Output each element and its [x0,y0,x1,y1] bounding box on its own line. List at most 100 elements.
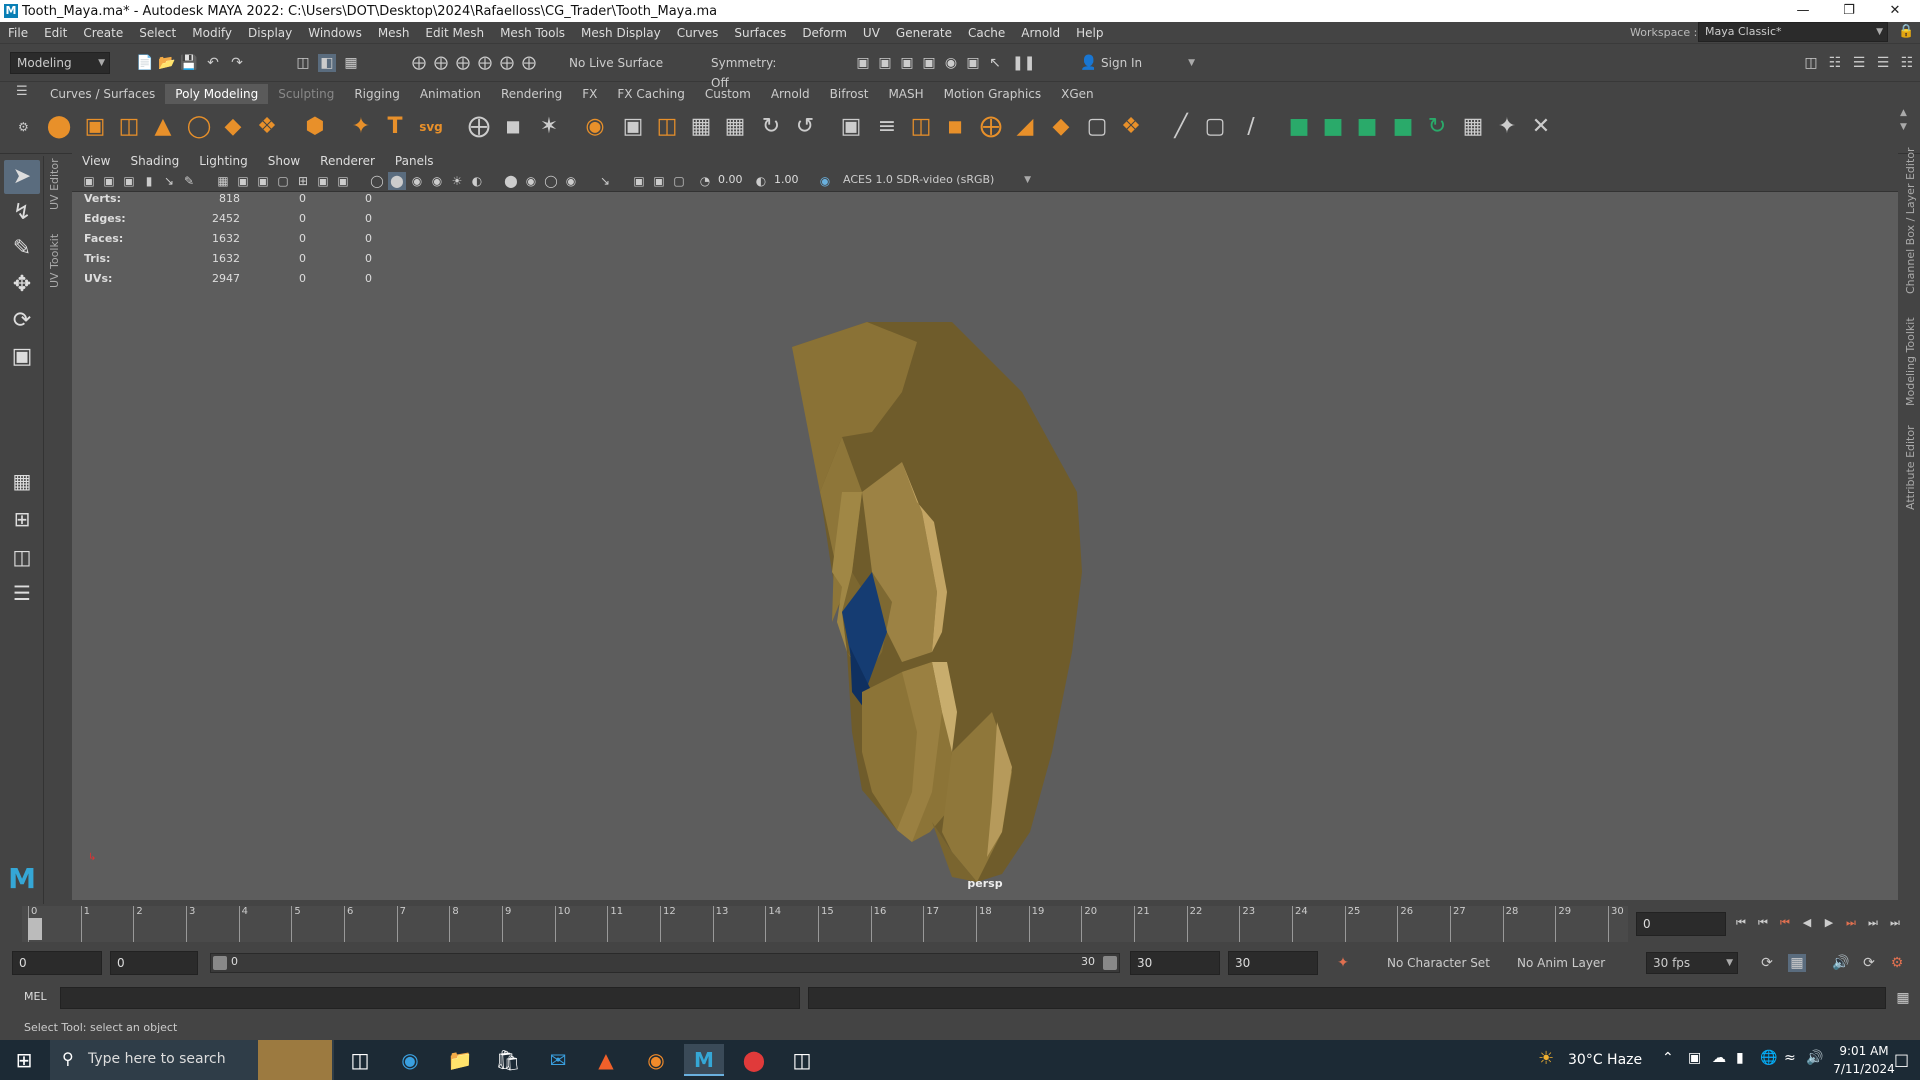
retopologize-icon[interactable]: ▦ [720,112,750,142]
range-start-handle[interactable] [213,956,227,970]
tab-animation[interactable]: Animation [410,84,491,104]
grid-toggle-icon[interactable]: ▦ [214,172,232,190]
viewport-menu-show[interactable]: Show [258,152,310,170]
cache-playback-icon[interactable]: ▦ [1788,954,1806,972]
current-time-marker[interactable] [28,918,42,940]
wifi-icon[interactable]: ≈ [1784,1050,1796,1066]
time-ruler[interactable]: 0 1 2 3 4 5 6 7 8 9 10 11 12 13 14 15 16 17 18 19 20 21 22 23 24… [22,906,1628,942]
undo-icon[interactable]: ↶ [204,54,222,72]
move-tool-icon[interactable]: ✥ [4,268,40,302]
extrude-icon[interactable]: ▣ [836,112,866,142]
workspace-dropdown[interactable]: Maya Classic* ▼ [1698,22,1888,42]
offset-edge-loop-icon[interactable]: ∕ [1236,112,1266,142]
ipr-render-icon[interactable]: ▣ [876,54,894,72]
tool-settings-toggle-icon[interactable]: ☰ [1850,54,1868,72]
film-gate-icon[interactable]: ▣ [234,172,252,190]
render-settings-icon[interactable]: ▣ [898,54,916,72]
menu-create[interactable]: Create [75,22,131,44]
open-scene-icon[interactable]: 📂 [158,54,176,72]
modeling-toolkit-side-tab[interactable]: Modeling Toolkit [1904,317,1917,406]
menu-windows[interactable]: Windows [300,22,370,44]
scale-tool-icon[interactable]: ▣ [4,340,40,374]
playback-start-field[interactable]: 0 [110,951,198,975]
wedge-icon[interactable]: ◢ [1010,112,1040,142]
outliner-icon[interactable]: ☰ [4,576,40,610]
app-red-icon[interactable]: ⬤ [734,1044,774,1076]
menu-mesh[interactable]: Mesh [370,22,418,44]
poly-sphere-icon[interactable]: ⬤ [44,112,74,142]
exposure-icon[interactable]: ◔ [696,172,714,190]
battery-icon[interactable]: ▮ [1736,1050,1744,1066]
tab-rendering[interactable]: Rendering [491,84,572,104]
script-editor-icon[interactable]: ▦ [1894,989,1912,1007]
super-shape-icon[interactable]: ✦ [346,112,376,142]
menu-select[interactable]: Select [131,22,184,44]
single-perspective-layout-icon[interactable]: ▦ [4,464,40,498]
smooth-shade-icon[interactable]: ⬤ [388,172,406,190]
cut-uv-icon[interactable]: ✕ [1526,112,1556,142]
extract-icon[interactable]: ◉ [580,112,610,142]
cylindrical-uv-icon[interactable]: ■ [1318,112,1348,142]
menu-generate[interactable]: Generate [888,22,960,44]
new-scene-icon[interactable]: 📄 [136,54,154,72]
command-input[interactable] [60,987,800,1009]
uv-editor-side-tab[interactable]: UV Editor [48,158,61,210]
four-view-layout-icon[interactable]: ⊞ [4,502,40,536]
rotate-tool-icon[interactable]: ⟳ [4,304,40,338]
snap-point-icon[interactable]: ⨁ [454,54,472,72]
windows-start-icon[interactable]: ⊞ [4,1044,44,1076]
wireframe-icon[interactable]: ◯ [368,172,386,190]
playback-end-field[interactable]: 30 [1130,951,1220,975]
save-scene-icon[interactable]: 💾 [180,54,198,72]
camera-based-uv-icon[interactable]: ↻ [1422,112,1452,142]
attribute-editor-toggle-icon[interactable]: ☷ [1826,54,1844,72]
arnold-render-icon[interactable]: ▣ [964,54,982,72]
menu-surfaces[interactable]: Surfaces [726,22,794,44]
multi-cut-icon[interactable]: ╱ [1166,112,1196,142]
select-hierarchy-icon[interactable]: ◫ [294,54,312,72]
anti-aliasing-icon[interactable]: ◯ [542,172,560,190]
menu-display[interactable]: Display [240,22,300,44]
step-back-key-icon[interactable]: ⏮ [1776,914,1794,932]
render-view-icon[interactable]: ◉ [942,54,960,72]
select-camera-icon[interactable]: ▣ [80,172,98,190]
tab-xgen[interactable]: XGen [1051,84,1104,104]
color-management-icon[interactable]: ◉ [816,172,834,190]
reduce-icon[interactable]: ↻ [756,112,786,142]
perspective-viewport[interactable]: Verts: 818 0 0 Edges: 2452 0 0 Faces: 1632 0 0 Tr… [72,192,1898,900]
menu-cache[interactable]: Cache [960,22,1013,44]
animation-end-field[interactable]: 30 [1228,951,1318,975]
menu-arnold[interactable]: Arnold [1013,22,1068,44]
shelf-scroll-up-icon[interactable]: ▲ [1900,108,1907,118]
wireframe-on-shaded-icon[interactable]: ◉ [408,172,426,190]
layer-editor-toggle-icon[interactable]: ☷ [1898,54,1916,72]
anim-layer-dropdown[interactable]: No Anim Layer [1510,952,1630,974]
select-object-icon[interactable]: ◧ [318,54,336,72]
safe-action-icon[interactable]: ▣ [314,172,332,190]
textured-icon[interactable]: ◉ [428,172,446,190]
tab-curves-surfaces[interactable]: Curves / Surfaces [40,84,165,104]
tooth-mesh[interactable] [72,192,1898,900]
menu-edit[interactable]: Edit [36,22,75,44]
redo-icon[interactable]: ↷ [228,54,246,72]
exposure-value[interactable]: 0.00 [718,173,743,186]
clock-date[interactable]: 7/11/2024 [1832,1062,1896,1076]
bridge-icon[interactable]: ≡ [872,112,902,142]
weather-text[interactable]: 30°C Haze [1568,1052,1642,1068]
blender-icon[interactable]: ◉ [636,1044,676,1076]
isolate-select-icon[interactable]: ↘ [596,172,614,190]
step-forward-key-icon[interactable]: ⏭ [1842,914,1860,932]
poly-disc-icon[interactable]: ❖ [252,112,282,142]
mail-icon[interactable]: ✉ [538,1044,578,1076]
gamma-value[interactable]: 1.00 [774,173,799,186]
attribute-editor-side-tab[interactable]: Attribute Editor [1904,425,1917,510]
screen-space-ao-icon[interactable]: ⬤ [502,172,520,190]
viewport-menu-shading[interactable]: Shading [120,152,189,170]
menu-set-dropdown[interactable]: Modeling ▼ [10,52,110,74]
sound-icon[interactable]: 🔊 [1832,954,1850,972]
combine-icon[interactable]: ⨁ [464,112,494,142]
menu-modify[interactable]: Modify [184,22,240,44]
tab-sculpting[interactable]: Sculpting [268,84,344,104]
arnold-ipr-icon[interactable]: ↖ [986,54,1004,72]
automatic-uv-icon[interactable]: ■ [1388,112,1418,142]
